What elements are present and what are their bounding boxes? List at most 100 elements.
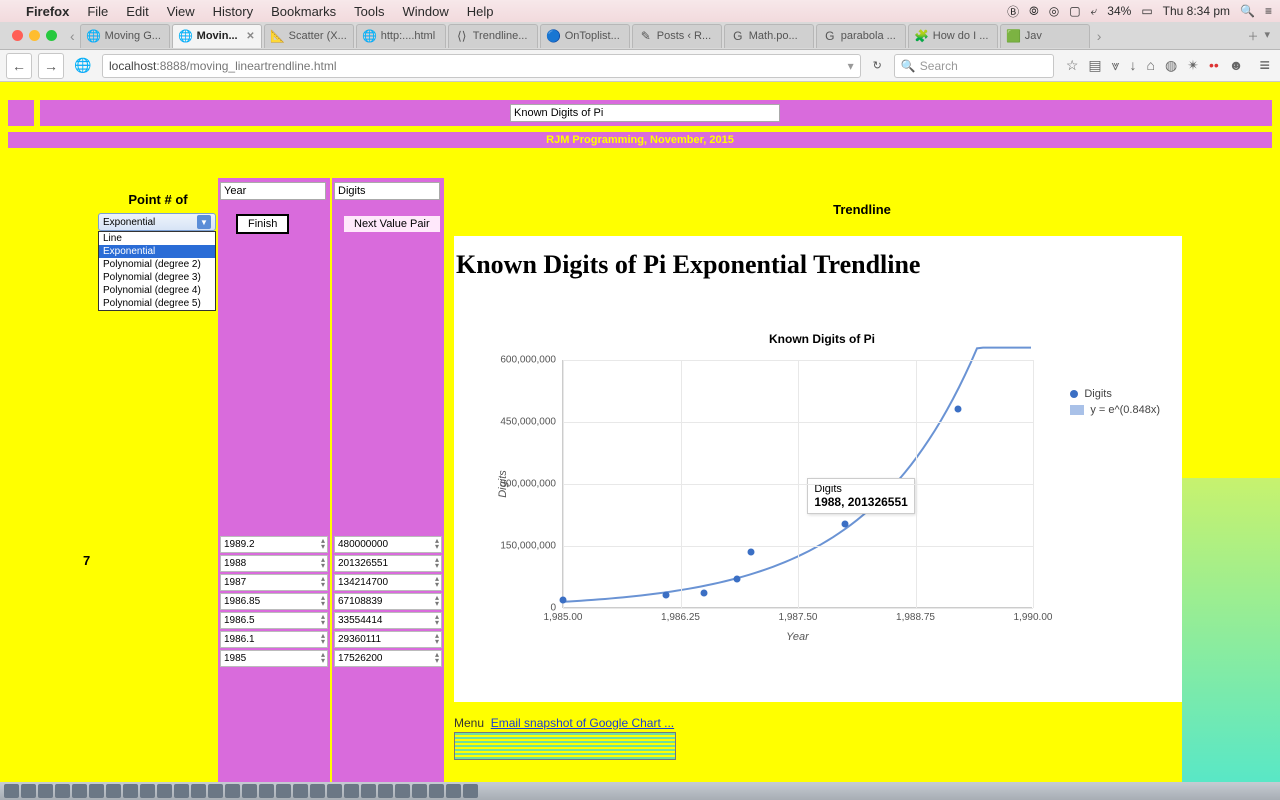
stepper-icon[interactable]: ▴▾ <box>321 614 325 626</box>
dock-app-icon[interactable] <box>259 784 274 798</box>
browser-tab[interactable]: 🧩How do I ... <box>908 24 998 48</box>
new-tab-button[interactable]: ＋ <box>1247 28 1258 44</box>
wifi-icon[interactable]: ⤶ <box>1091 4 1098 19</box>
menu-file[interactable]: File <box>87 4 108 19</box>
dock-app-icon[interactable] <box>157 784 172 798</box>
menu-link[interactable]: Menu <box>454 716 484 730</box>
stepper-icon[interactable]: ▴▾ <box>435 633 439 645</box>
dock-app-icon[interactable] <box>55 784 70 798</box>
dock-app-icon[interactable] <box>378 784 393 798</box>
browser-tab[interactable]: 🌐http:....html <box>356 24 446 48</box>
dock-app-icon[interactable] <box>395 784 410 798</box>
data-point[interactable] <box>733 576 740 583</box>
hamburger-menu-icon[interactable]: ≡ <box>1255 55 1274 76</box>
year-cell[interactable]: 1986.5▴▾ <box>220 612 328 629</box>
trend-type-dropdown[interactable]: LineExponentialPolynomial (degree 2)Poly… <box>98 231 216 311</box>
stepper-icon[interactable]: ▴▾ <box>435 652 439 664</box>
dropdown-option[interactable]: Polynomial (degree 2) <box>99 258 215 271</box>
close-tab-icon[interactable]: ✕ <box>246 31 254 42</box>
menu-extra-icon[interactable]: ≡ <box>1265 4 1272 18</box>
menu-bookmarks[interactable]: Bookmarks <box>271 4 336 19</box>
tabs-menu-icon[interactable]: ▾ <box>1264 28 1270 44</box>
app-name[interactable]: Firefox <box>26 4 69 19</box>
dock-app-icon[interactable] <box>106 784 121 798</box>
year-header-input[interactable] <box>220 182 326 200</box>
digits-cell[interactable]: 480000000▴▾ <box>334 536 442 553</box>
home-icon[interactable]: ⌂ <box>1147 57 1155 74</box>
next-value-button[interactable]: Next Value Pair <box>342 214 442 234</box>
dock-app-icon[interactable] <box>4 784 19 798</box>
stepper-icon[interactable]: ▴▾ <box>435 576 439 588</box>
browser-tab[interactable]: 🌐Moving G... <box>80 24 170 48</box>
email-snapshot-link[interactable]: Email snapshot of Google Chart ... <box>491 716 674 730</box>
year-cell[interactable]: 1985▴▾ <box>220 650 328 667</box>
digits-cell[interactable]: 67108839▴▾ <box>334 593 442 610</box>
dock-app-icon[interactable] <box>310 784 325 798</box>
bookmark-star-icon[interactable]: ☆ <box>1066 57 1079 74</box>
menu-edit[interactable]: Edit <box>126 4 148 19</box>
dock-app-icon[interactable] <box>361 784 376 798</box>
status-icon[interactable]: Ⓑ <box>1007 3 1019 20</box>
dock-app-icon[interactable] <box>463 784 478 798</box>
menu-history[interactable]: History <box>213 4 253 19</box>
chart-title-input[interactable] <box>510 104 780 122</box>
browser-tab[interactable]: ⟨⟩Trendline... <box>448 24 538 48</box>
trend-type-select[interactable]: Exponential ▼ <box>98 213 216 231</box>
data-point[interactable] <box>560 596 567 603</box>
address-bar[interactable]: localhost:8888/moving_lineartrendline.ht… <box>102 54 861 78</box>
dock-app-icon[interactable] <box>72 784 87 798</box>
finish-button[interactable]: Finish <box>236 214 289 234</box>
dock-app-icon[interactable] <box>446 784 461 798</box>
reload-button[interactable]: ↻ <box>867 59 888 72</box>
dock-app-icon[interactable] <box>412 784 427 798</box>
data-point[interactable] <box>842 520 849 527</box>
stepper-icon[interactable]: ▴▾ <box>321 538 325 550</box>
data-point[interactable] <box>663 591 670 598</box>
stepper-icon[interactable]: ▴▾ <box>435 557 439 569</box>
stepper-icon[interactable]: ▴▾ <box>321 595 325 607</box>
data-point[interactable] <box>954 405 961 412</box>
year-cell[interactable]: 1988▴▾ <box>220 555 328 572</box>
dock-app-icon[interactable] <box>327 784 342 798</box>
dock-app-icon[interactable] <box>140 784 155 798</box>
stepper-icon[interactable]: ▴▾ <box>435 595 439 607</box>
dock-app-icon[interactable] <box>276 784 291 798</box>
year-cell[interactable]: 1989.2▴▾ <box>220 536 328 553</box>
downloads-icon[interactable]: ↓ <box>1130 57 1137 74</box>
digits-cell[interactable]: 29360111▴▾ <box>334 631 442 648</box>
menu-view[interactable]: View <box>167 4 195 19</box>
dock-app-icon[interactable] <box>174 784 189 798</box>
dock-app-icon[interactable] <box>344 784 359 798</box>
back-button[interactable]: ← <box>6 53 32 79</box>
year-cell[interactable]: 1986.1▴▾ <box>220 631 328 648</box>
tab-scroll-left-icon[interactable]: ‹ <box>65 28 80 44</box>
browser-tab[interactable]: GMath.po... <box>724 24 814 48</box>
dock-app-icon[interactable] <box>293 784 308 798</box>
browser-tab[interactable]: 🟩Jav <box>1000 24 1090 48</box>
dropdown-icon[interactable]: ▾ <box>848 59 854 73</box>
browser-tab[interactable]: 📐Scatter (X... <box>264 24 354 48</box>
stepper-icon[interactable]: ▴▾ <box>321 576 325 588</box>
dropdown-option[interactable]: Polynomial (degree 5) <box>99 297 215 310</box>
addon-icon[interactable]: •• <box>1209 57 1219 74</box>
spotlight-icon[interactable]: 🔍 <box>1240 4 1255 18</box>
digits-header-input[interactable] <box>334 182 440 200</box>
forward-button[interactable]: → <box>38 53 64 79</box>
mac-dock[interactable] <box>0 782 1280 800</box>
minimize-window-icon[interactable] <box>29 30 40 41</box>
stepper-icon[interactable]: ▴▾ <box>321 633 325 645</box>
dock-app-icon[interactable] <box>21 784 36 798</box>
menu-window[interactable]: Window <box>403 4 449 19</box>
search-box[interactable]: 🔍Search <box>894 54 1054 78</box>
browser-tab[interactable]: Gparabola ... <box>816 24 906 48</box>
battery-icon[interactable]: ▭ <box>1141 4 1152 18</box>
stepper-icon[interactable]: ▴▾ <box>435 538 439 550</box>
site-identity-icon[interactable]: 🌐 <box>70 53 96 79</box>
data-point[interactable] <box>748 548 755 555</box>
year-cell[interactable]: 1986.85▴▾ <box>220 593 328 610</box>
browser-tab[interactable]: 🌐Movin...✕ <box>172 24 262 48</box>
dropdown-option[interactable]: Polynomial (degree 4) <box>99 284 215 297</box>
browser-tab[interactable]: 🔵OnToplist... <box>540 24 630 48</box>
dock-app-icon[interactable] <box>225 784 240 798</box>
airplay-icon[interactable]: ▢ <box>1069 4 1080 18</box>
